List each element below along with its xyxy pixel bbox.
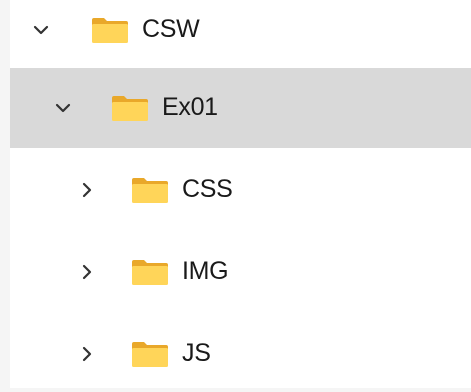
tree-item-label: JS (182, 339, 211, 367)
tree-item-csw[interactable]: CSW (10, 0, 471, 70)
tree-item-img[interactable]: IMG (10, 230, 471, 310)
chevron-right-icon[interactable] (78, 181, 96, 199)
tree-item-label: CSS (182, 175, 233, 203)
folder-icon (92, 18, 128, 43)
folder-tree: CSW Ex01 CSS IMG JS (10, 0, 471, 388)
chevron-down-icon[interactable] (32, 21, 50, 39)
tree-item-label: Ex01 (162, 93, 218, 121)
tree-item-label: CSW (142, 15, 200, 43)
tree-item-label: IMG (182, 257, 229, 285)
chevron-down-icon[interactable] (54, 99, 72, 117)
folder-icon (112, 96, 148, 121)
folder-icon (132, 260, 168, 285)
chevron-right-icon[interactable] (78, 263, 96, 281)
tree-item-js[interactable]: JS (10, 312, 471, 392)
folder-icon (132, 178, 168, 203)
tree-item-css[interactable]: CSS (10, 148, 471, 228)
chevron-right-icon[interactable] (78, 345, 96, 363)
folder-icon (132, 342, 168, 367)
tree-item-ex01[interactable]: Ex01 (10, 68, 471, 148)
